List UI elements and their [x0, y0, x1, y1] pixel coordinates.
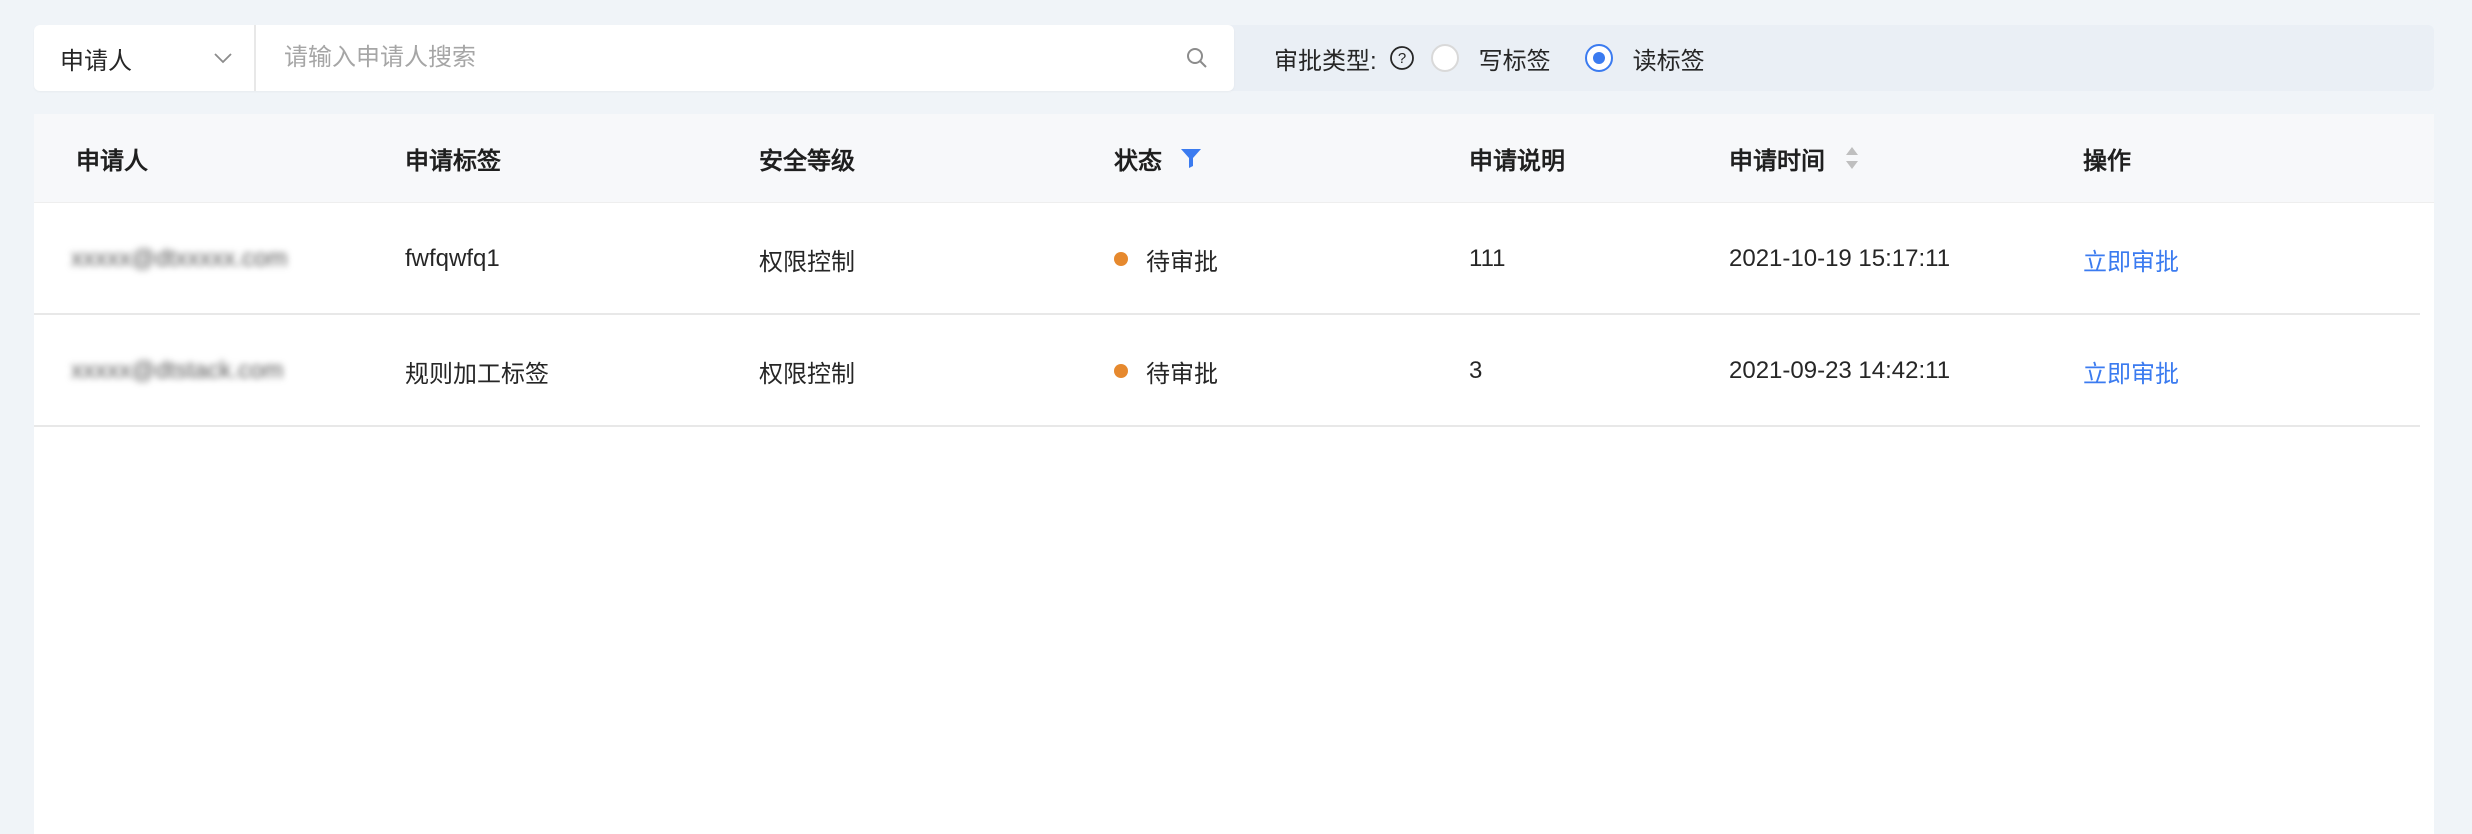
radio-circle [1430, 44, 1459, 72]
header-time-label: 申请时间 [1729, 147, 1825, 175]
table-row: xxxxx@dtstack.com 规则加工标签 权限控制 待审批 3 2021… [34, 315, 2420, 427]
cell-description: 3 [1469, 357, 1483, 384]
approval-type-label: 审批类型: [1274, 47, 1377, 75]
status-text: 待审批 [1146, 360, 1218, 388]
approve-now-link[interactable]: 立即审批 [2083, 315, 2179, 427]
radio-read-tag[interactable]: 读标签 [1584, 41, 1705, 76]
header-time: 申请时间 [1729, 114, 1859, 202]
cell-applicant: xxxxx@dtxxxxx.com [71, 245, 288, 272]
filter-icon[interactable] [1180, 147, 1202, 169]
header-level: 安全等级 [759, 147, 855, 175]
header-action: 操作 [2083, 147, 2131, 175]
radio-read-tag-label: 读标签 [1632, 47, 1705, 75]
cell-tag: fwfqwfq1 [405, 245, 500, 272]
cell-status: 待审批 [1114, 315, 1218, 427]
approval-table: 申请人 申请标签 安全等级 状态 申请说明 申请时间 操作 xxxxx@dtxx… [34, 114, 2434, 834]
search-input[interactable] [258, 25, 1158, 91]
radio-write-tag-label: 写标签 [1478, 47, 1551, 75]
chevron-down-icon [214, 53, 232, 64]
header-description: 申请说明 [1469, 147, 1565, 175]
cell-status: 待审批 [1114, 203, 1218, 315]
cell-applicant: xxxxx@dtstack.com [71, 357, 284, 384]
header-status: 状态 [1114, 114, 1202, 202]
search-icon[interactable] [1184, 45, 1210, 71]
search-field-select-value: 申请人 [60, 47, 132, 75]
approval-type-filter: 审批类型: ? 写标签 读标签 [1274, 25, 1739, 91]
table-header: 申请人 申请标签 安全等级 状态 申请说明 申请时间 操作 [34, 114, 2434, 203]
status-dot [1114, 364, 1128, 378]
sort-icon[interactable] [1845, 144, 1859, 172]
search-toolbar: 申请人 审批类型: ? 写标签 读标签 [34, 25, 2434, 91]
cell-description: 111 [1469, 245, 1506, 272]
cell-time: 2021-10-19 15:17:11 [1729, 245, 1951, 272]
radio-write-tag[interactable]: 写标签 [1430, 41, 1551, 76]
svg-text:?: ? [1398, 50, 1406, 67]
cell-level: 权限控制 [759, 360, 855, 388]
header-applicant: 申请人 [76, 147, 148, 175]
question-circle-icon[interactable]: ? [1389, 45, 1415, 71]
search-field-select[interactable]: 申请人 [34, 25, 256, 91]
search-box: 申请人 [34, 25, 1234, 91]
table-row: xxxxx@dtxxxxx.com fwfqwfq1 权限控制 待审批 111 … [34, 203, 2420, 315]
radio-circle-checked [1584, 44, 1613, 72]
status-text: 待审批 [1146, 248, 1218, 276]
header-tag: 申请标签 [405, 147, 501, 175]
header-status-label: 状态 [1114, 147, 1162, 175]
cell-level: 权限控制 [759, 248, 855, 276]
cell-tag: 规则加工标签 [405, 360, 549, 388]
cell-time: 2021-09-23 14:42:11 [1729, 357, 1951, 384]
approve-now-link[interactable]: 立即审批 [2083, 203, 2179, 315]
status-dot [1114, 252, 1128, 266]
